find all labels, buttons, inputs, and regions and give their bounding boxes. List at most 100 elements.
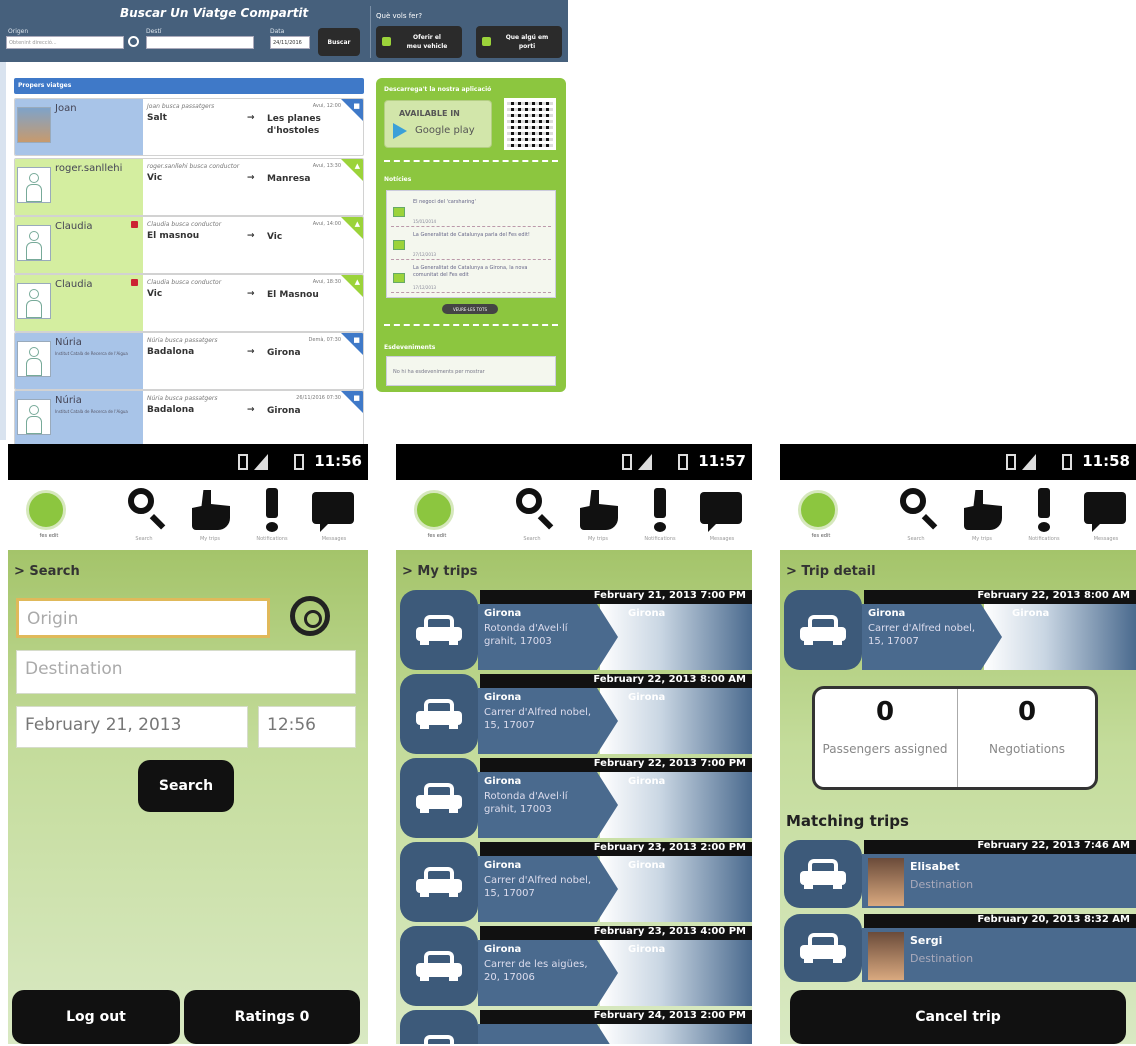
matching-trip[interactable]: February 22, 2013 7:46 AM Elisabet Desti… (784, 840, 1136, 908)
search-button[interactable]: Search (138, 760, 234, 812)
trip-gradient (600, 688, 752, 754)
nav-my-trips[interactable]: My trips (958, 486, 1006, 546)
trip-gradient (984, 604, 1136, 670)
car-icon: ■ (353, 102, 360, 110)
news-date: 15/01/2014 (413, 219, 437, 224)
trip-time: Avui, 12:00 (312, 103, 341, 109)
message-icon (700, 492, 742, 532)
negotiations-count: 0 (1017, 697, 1037, 727)
trip-user-name: Núria (55, 395, 82, 406)
thumb-icon (964, 490, 1002, 530)
web-search-button[interactable]: Buscar (318, 28, 360, 56)
trip-time: Avui, 13:30 (312, 163, 341, 169)
trip-date: February 22, 2013 8:00 AM (864, 590, 1136, 604)
trip-card[interactable]: February 22, 2013 8:00 AM Girona Carrer … (784, 590, 1136, 670)
trip-card[interactable]: February 23, 2013 4:00 PM Girona Carrer de… (400, 926, 752, 1006)
header-divider (370, 6, 371, 58)
trip-destination: Girona (628, 776, 666, 787)
app-nav: fes edit Search My trips Notifications M… (396, 480, 752, 550)
news-date: 17/12/2013 (413, 285, 437, 290)
trip-row[interactable]: roger.sanllehi roger.sanllehi busca condu… (14, 158, 364, 216)
trip-card[interactable]: February 24, 2013 2:00 PM (400, 1010, 752, 1044)
trip-row[interactable]: Claudia Claudia busca conductor Avui, 14:0… (14, 216, 364, 274)
dashed-divider (384, 324, 558, 326)
trip-date: February 22, 2013 8:00 AM (480, 674, 752, 688)
trip-origin: Girona (484, 944, 522, 955)
trip-origin: Badalona (147, 347, 195, 357)
avatar (868, 858, 904, 906)
nav-search-label: Search (135, 536, 153, 542)
battery-icon (294, 454, 304, 470)
app-logo[interactable]: fes edit (798, 490, 838, 539)
destination-input[interactable]: Destination (16, 650, 356, 694)
google-play-badge[interactable]: AVAILABLE IN Google play (384, 100, 492, 148)
trip-origin: Girona (484, 860, 522, 871)
date-input[interactable]: February 21, 2013 (16, 706, 248, 748)
trip-description: roger.sanllehi busca conductor (147, 163, 240, 170)
ratings-button[interactable]: Ratings 0 (184, 990, 360, 1044)
search-icon (128, 488, 154, 514)
matching-trip[interactable]: February 20, 2013 8:32 AM Sergi Destinat… (784, 914, 1136, 982)
avatar (17, 225, 51, 261)
car-tile (400, 674, 478, 754)
dest-input[interactable] (146, 36, 254, 49)
app-logo[interactable]: fes edit (414, 490, 454, 539)
battery-charging-icon (238, 454, 248, 470)
origin-input[interactable]: Obtenint direcció... (6, 36, 124, 49)
cancel-trip-button[interactable]: Cancel trip (790, 990, 1126, 1044)
trip-description: Núria busca passatgers (147, 395, 218, 402)
nav-messages[interactable]: Messages (310, 486, 358, 546)
trip-card[interactable]: February 21, 2013 7:00 PM Girona Rotonda d… (400, 590, 752, 670)
want-ride-button[interactable]: Que algú em porti (476, 26, 562, 58)
trip-row[interactable]: Núria Institut Català de Recerca de l'Aig… (14, 332, 364, 390)
date-input[interactable]: 24/11/2016 (270, 36, 310, 49)
nav-messages[interactable]: Messages (698, 486, 746, 546)
nav-search[interactable]: Search (508, 486, 556, 546)
left-margin (0, 62, 6, 440)
nav-search[interactable]: Search (892, 486, 940, 546)
nav-my-trips[interactable]: My trips (186, 486, 234, 546)
nav-notifications[interactable]: Notifications (636, 486, 684, 546)
play-icon (393, 123, 407, 139)
see-all-button[interactable]: VEURE-LES TOTS (442, 304, 498, 314)
nav-notifications[interactable]: Notifications (248, 486, 296, 546)
logout-button[interactable]: Log out (12, 990, 180, 1044)
phone-trips-screen: 11:57 fes edit Search My trips Notificat… (396, 444, 752, 1044)
trip-row[interactable]: Joan Joan busca passatgers Avui, 12:00 Salt… (14, 98, 364, 156)
trip-description: Claudia busca conductor (147, 279, 222, 286)
trip-row[interactable]: Claudia Claudia busca conductor Avui, 18:3… (14, 274, 364, 332)
nav-search[interactable]: Search (120, 486, 168, 546)
nav-notifications[interactable]: Notifications (1020, 486, 1068, 546)
notification-icon (654, 488, 666, 532)
nav-messages[interactable]: Messages (1082, 486, 1130, 546)
nav-trips-label: My trips (971, 536, 993, 542)
person-icon: ▲ (354, 162, 360, 170)
offer-vehicle-button[interactable]: Oferir el meu vehicle (376, 26, 462, 58)
web-header: Buscar Un Viatge Compartit Origen Obteni… (0, 0, 568, 62)
trip-user-org: Institut Català de Recerca de l'Aigua (55, 351, 128, 356)
trip-card[interactable]: February 22, 2013 8:00 AM Girona Carrer d'… (400, 674, 752, 754)
origin-input[interactable]: Origin (16, 598, 270, 638)
trip-gradient (600, 856, 752, 922)
app-logo[interactable]: fes edit (26, 490, 66, 539)
news-item[interactable]: La Generalitat de Catalunya parla del Fe… (391, 230, 551, 260)
person-icon: ▲ (354, 220, 360, 228)
car-icon (416, 699, 462, 729)
trip-date: February 23, 2013 2:00 PM (480, 842, 752, 856)
trip-destination: Manresa (267, 174, 311, 184)
car-tile (400, 1010, 478, 1044)
trip-date: February 21, 2013 7:00 PM (480, 590, 752, 604)
nav-my-trips[interactable]: My trips (574, 486, 622, 546)
news-item[interactable]: La Generalitat de Catalunya a Girona, la… (391, 263, 551, 293)
trip-card[interactable]: February 23, 2013 2:00 PM Girona Carrer d'… (400, 842, 752, 922)
locate-icon[interactable] (290, 596, 330, 636)
news-item[interactable]: El negoci del 'carsharing' 15/01/2014 (391, 197, 551, 227)
refresh-icon[interactable] (128, 36, 139, 47)
trip-row[interactable]: Núria Institut Català de Recerca de l'Aig… (14, 390, 364, 448)
trip-card[interactable]: February 22, 2013 7:00 PM Girona Rotonda d… (400, 758, 752, 838)
trip-gradient (600, 604, 752, 670)
car-icon: ■ (353, 336, 360, 344)
nav-msg-label: Messages (1093, 536, 1119, 542)
time-input[interactable]: 12:56 (258, 706, 356, 748)
battery-charging-icon (1006, 454, 1016, 470)
